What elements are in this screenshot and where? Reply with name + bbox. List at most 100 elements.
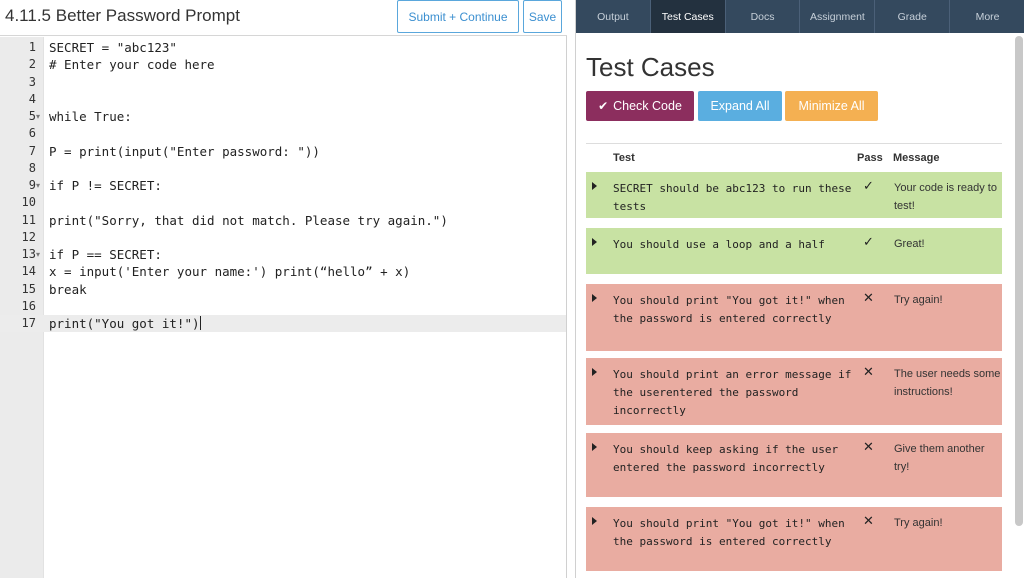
code-line[interactable]: 14 x = input('Enter your name:') print(“h… xyxy=(0,263,566,280)
expand-triangle-icon[interactable] xyxy=(592,368,597,376)
line-number: 6 xyxy=(28,126,36,141)
code-line[interactable]: 11 print("Sorry, that did not match. Plea… xyxy=(0,212,566,229)
fail-x-icon: ✕ xyxy=(863,440,874,455)
test-row[interactable]: You should use a loop and a half ✓ Great! xyxy=(586,228,1002,274)
expand-triangle-icon[interactable] xyxy=(592,238,597,246)
test-description: You should print an error message if the… xyxy=(613,368,852,417)
code-line[interactable]: 16 xyxy=(0,298,566,315)
tab-more[interactable]: More xyxy=(950,0,1024,33)
expand-triangle-icon[interactable] xyxy=(592,517,597,525)
line-number: 9 xyxy=(28,178,36,192)
scrollbar-thumb[interactable] xyxy=(1015,36,1023,526)
pass-check-icon: ✓ xyxy=(863,235,874,250)
tests-pane: Output Test Cases Docs Assignment Grade More … xyxy=(575,0,1024,578)
test-message: Give them another try! xyxy=(894,443,985,473)
fail-x-icon: ✕ xyxy=(863,365,874,380)
test-row[interactable]: You should print "You got it!" when the … xyxy=(586,507,1002,571)
tab-grade[interactable]: Grade xyxy=(875,0,951,33)
editor-toolbar: 4.11.5 Better Password Prompt Submit + C… xyxy=(0,0,567,36)
line-number: 1 xyxy=(28,40,36,54)
line-number: 3 xyxy=(28,74,36,89)
code-line[interactable]: 12 xyxy=(0,229,566,246)
code-line[interactable]: 1 SECRET = "abc123" xyxy=(0,39,566,56)
code-line[interactable]: 17 print("You got it!") xyxy=(0,315,566,332)
code-line[interactable]: 8 xyxy=(0,160,566,177)
test-message: Try again! xyxy=(894,294,943,306)
code-text: break xyxy=(49,281,87,297)
code-line[interactable]: 5 ▾ while True: xyxy=(0,108,566,125)
code-text: print("Sorry, that did not match. Please… xyxy=(49,212,448,228)
text-cursor xyxy=(199,316,201,330)
editor-pane: 4.11.5 Better Password Prompt Submit + C… xyxy=(0,0,567,578)
expand-triangle-icon[interactable] xyxy=(592,294,597,302)
tab-docs[interactable]: Docs xyxy=(726,0,801,33)
line-number: 11 xyxy=(21,212,36,227)
test-message: The user needs some instructions! xyxy=(894,368,1001,398)
line-number: 7 xyxy=(28,143,36,158)
assignment-title: 4.11.5 Better Password Prompt xyxy=(5,6,240,25)
tab-output[interactable]: Output xyxy=(576,0,651,33)
line-number: 5 xyxy=(28,109,36,123)
page-title: Test Cases xyxy=(586,52,715,82)
line-number: 10 xyxy=(21,195,36,210)
checkmark-icon: ✔ xyxy=(598,99,609,113)
line-number: 14 xyxy=(21,264,36,279)
test-row[interactable]: SECRET should be abc123 to run these tes… xyxy=(586,172,1002,218)
panel-tabs: Output Test Cases Docs Assignment Grade More xyxy=(576,0,1024,33)
code-line[interactable]: 15 break xyxy=(0,281,566,298)
fold-arrow-icon[interactable]: ▾ xyxy=(36,246,44,263)
line-number: 4 xyxy=(28,91,36,106)
code-line[interactable]: 10 xyxy=(0,194,566,211)
code-line[interactable]: 9 ▾ if P != SECRET: xyxy=(0,177,566,194)
code-text: print("You got it!") xyxy=(49,316,201,331)
code-text: while True: xyxy=(49,109,132,124)
test-description: You should print "You got it!" when the … xyxy=(613,517,845,548)
test-message: Great! xyxy=(894,238,925,250)
code-line[interactable]: 7 P = print(input("Enter password: ")) xyxy=(0,143,566,160)
code-text: SECRET = "abc123" xyxy=(49,40,177,55)
code-line[interactable]: 2 # Enter your code here xyxy=(0,56,566,73)
save-button[interactable]: Save xyxy=(523,0,562,33)
column-header-pass: Pass xyxy=(857,152,883,164)
line-number: 13 xyxy=(21,247,36,261)
column-header-message: Message xyxy=(893,152,940,164)
test-description: You should use a loop and a half xyxy=(613,238,825,251)
check-code-button[interactable]: ✔ Check Code xyxy=(586,91,694,121)
line-number: 15 xyxy=(21,281,36,296)
code-text: if P != SECRET: xyxy=(49,178,162,193)
fail-x-icon: ✕ xyxy=(863,291,874,306)
expand-triangle-icon[interactable] xyxy=(592,443,597,451)
line-number: 17 xyxy=(21,316,36,330)
test-description: You should print "You got it!" when the … xyxy=(613,294,845,325)
code-line[interactable]: 13 ▾ if P == SECRET: xyxy=(0,246,566,263)
code-text: x = input('Enter your name:') print(“hel… xyxy=(49,264,411,280)
line-number: 12 xyxy=(21,229,36,244)
fold-arrow-icon[interactable]: ▾ xyxy=(36,108,44,125)
minimize-all-button[interactable]: Minimize All xyxy=(785,91,878,121)
tab-test-cases[interactable]: Test Cases xyxy=(650,0,726,33)
table-header: Test Pass Message xyxy=(586,143,1002,169)
fail-x-icon: ✕ xyxy=(863,514,874,529)
app-root: 4.11.5 Better Password Prompt Submit + C… xyxy=(0,0,1024,578)
code-editor[interactable]: 1 SECRET = "abc123" 2 # Enter your code her… xyxy=(0,37,566,578)
column-header-test: Test xyxy=(613,152,635,164)
line-number: 2 xyxy=(28,57,36,72)
test-message: Try again! xyxy=(894,517,943,529)
code-line[interactable]: 6 xyxy=(0,125,566,142)
test-row[interactable]: You should print an error message if the… xyxy=(586,358,1002,425)
test-row[interactable]: You should print "You got it!" when the … xyxy=(586,284,1002,351)
code-text: P = print(input("Enter password: ")) xyxy=(49,143,320,159)
expand-all-button[interactable]: Expand All xyxy=(698,91,782,121)
test-description: SECRET should be abc123 to run these tes… xyxy=(613,182,852,213)
code-line[interactable]: 3 xyxy=(0,74,566,91)
tab-assignment[interactable]: Assignment xyxy=(800,0,876,33)
expand-triangle-icon[interactable] xyxy=(592,182,597,190)
submit-continue-button[interactable]: Submit + Continue xyxy=(397,0,519,33)
line-number: 8 xyxy=(28,160,36,175)
fold-arrow-icon[interactable]: ▾ xyxy=(36,177,44,194)
code-line[interactable]: 4 xyxy=(0,91,566,108)
pass-check-icon: ✓ xyxy=(863,179,874,194)
check-code-label: Check Code xyxy=(613,99,682,113)
test-row[interactable]: You should keep asking if the user enter… xyxy=(586,433,1002,497)
test-message: Your code is ready to test! xyxy=(894,182,997,212)
